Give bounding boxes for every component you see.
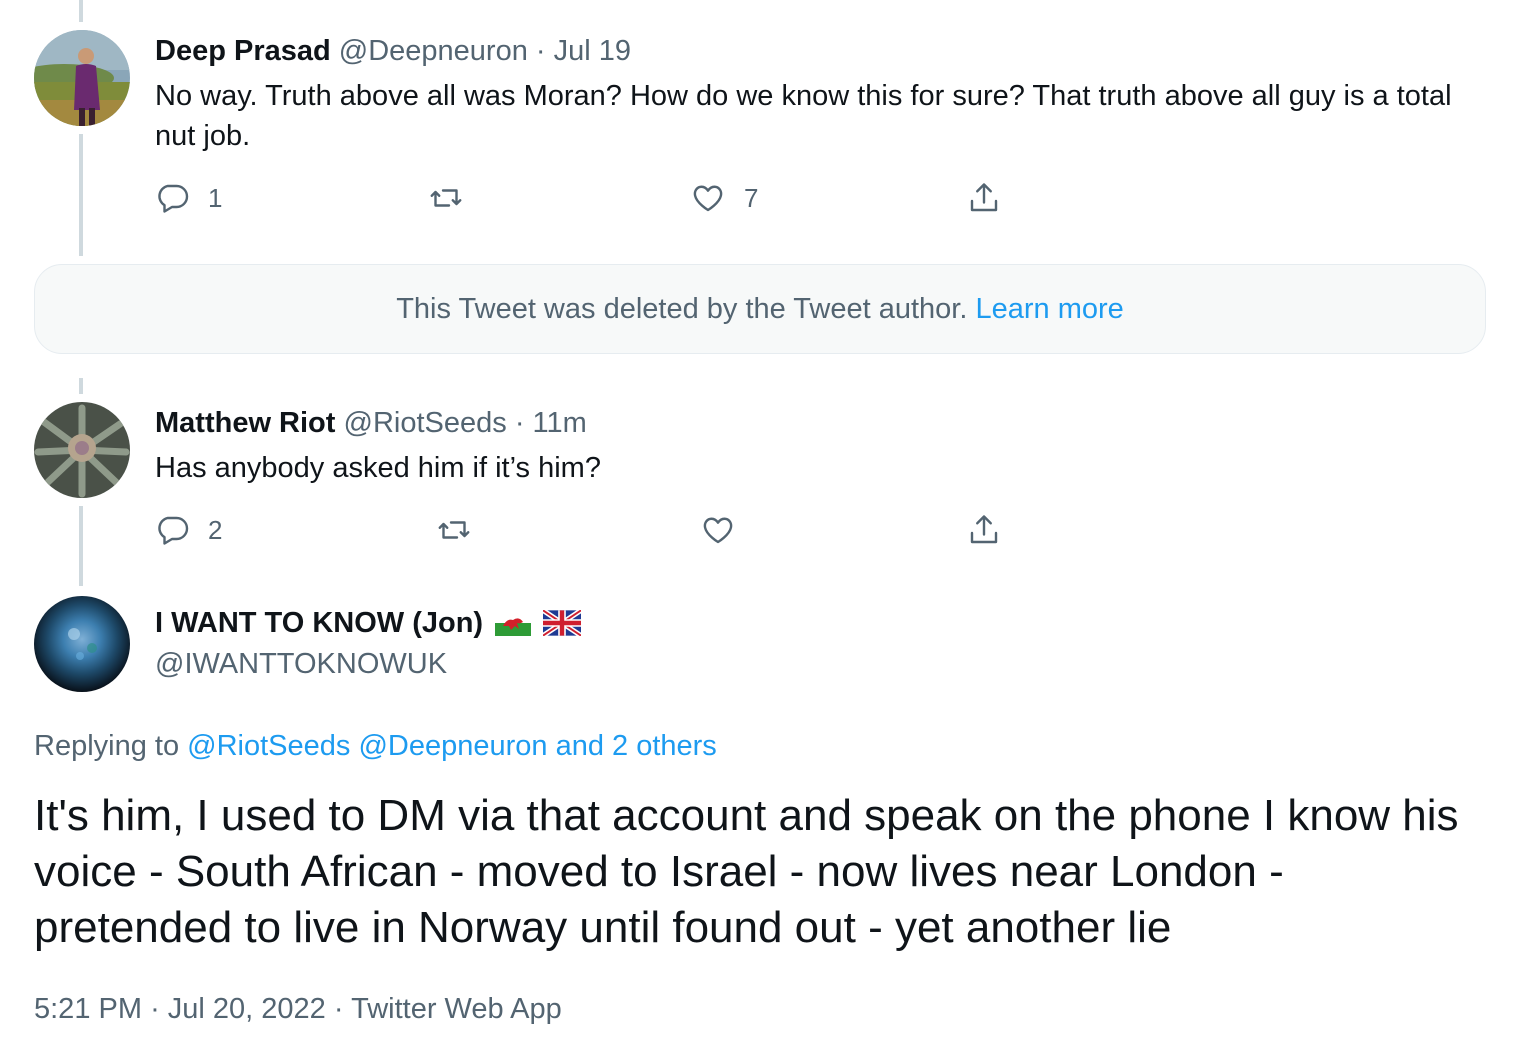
retweet-icon [438, 521, 470, 539]
tweet-1-header: Deep Prasad @Deepneuron · Jul 19 [155, 33, 631, 69]
avatar-iwanttoknow[interactable] [34, 596, 130, 692]
main-tweet-text: It's him, I used to DM via that account … [34, 791, 1459, 952]
uk-flag-icon [543, 610, 582, 636]
tweet-2-text: Has anybody asked him if it’s him? [155, 452, 601, 484]
reply-icon [158, 516, 189, 545]
replying-to-prefix: Replying to [34, 730, 180, 762]
thread-line-2-top [79, 378, 83, 394]
tweet-1-author-name[interactable]: Deep Prasad [155, 35, 331, 67]
tweet-2-separator: · [514, 407, 525, 439]
share-icon [970, 183, 998, 212]
learn-more-link[interactable]: Learn more [975, 293, 1123, 326]
main-tweet-time[interactable]: 5:21 PM [34, 993, 142, 1025]
meta-separator-2: · [333, 993, 344, 1025]
tweet-2-handle[interactable]: @RiotSeeds [344, 407, 507, 439]
deleted-tweet-text: This Tweet was deleted by the Tweet auth… [396, 292, 968, 325]
tweet-2-retweet-button[interactable] [436, 512, 490, 548]
tweet-2-time[interactable]: 11m [533, 407, 587, 439]
share-icon [970, 515, 998, 544]
tweet-1-retweet-button[interactable] [428, 180, 482, 216]
avatar-matthew-riot[interactable] [34, 402, 130, 498]
tweet-1-like-count: 7 [744, 182, 759, 213]
tweet-1-reply-button[interactable]: 1 [154, 180, 222, 216]
main-tweet-source[interactable]: Twitter Web App [351, 993, 562, 1025]
replying-to-users-link[interactable]: @RiotSeeds @Deepneuron and 2 others [187, 730, 717, 762]
main-tweet-meta: 5:21 PM · Jul 20, 2022 · Twitter Web App [34, 990, 562, 1028]
like-icon [703, 517, 733, 544]
tweet-1-reply-count: 1 [208, 182, 223, 213]
thread-line-2 [79, 506, 83, 586]
thread-line-top [79, 0, 83, 22]
tweet-1-separator: · [535, 35, 546, 67]
tweet-1-like-button[interactable]: 7 [690, 180, 758, 216]
tweet-2-author-name[interactable]: Matthew Riot [155, 407, 335, 439]
tweet-2-header: Matthew Riot @RiotSeeds · 11m [155, 405, 587, 441]
tweet-2-like-button[interactable] [700, 512, 754, 548]
thread-line-1 [79, 134, 83, 256]
tweet-2-share-button[interactable] [966, 512, 1002, 548]
main-tweet-date[interactable]: Jul 20, 2022 [168, 993, 326, 1025]
tweet-2-reply-count: 2 [208, 514, 223, 545]
deleted-tweet-notice: This Tweet was deleted by the Tweet auth… [34, 264, 1486, 354]
replying-to-line: Replying to @RiotSeeds @Deepneuron and 2… [34, 728, 717, 764]
tweet-1-share-button[interactable] [966, 180, 1002, 216]
retweet-icon [430, 189, 462, 207]
tweet-1-text: No way. Truth above all was Moran? How d… [155, 80, 1452, 152]
tweet-1-handle[interactable]: @Deepneuron [339, 35, 528, 67]
wales-flag-icon [495, 610, 532, 636]
tweet-2-reply-button[interactable]: 2 [154, 512, 222, 548]
meta-separator-1: · [150, 993, 160, 1025]
main-tweet-author-name[interactable]: I WANT TO KNOW (Jon) [155, 605, 483, 641]
tweet-1-time[interactable]: Jul 19 [554, 35, 631, 67]
main-tweet-author-line: I WANT TO KNOW (Jon) [155, 605, 582, 641]
avatar-deep-prasad[interactable] [34, 30, 130, 126]
reply-icon [158, 184, 189, 213]
main-tweet-handle[interactable]: @IWANTTOKNOWUK [155, 646, 447, 682]
like-icon [693, 185, 723, 212]
